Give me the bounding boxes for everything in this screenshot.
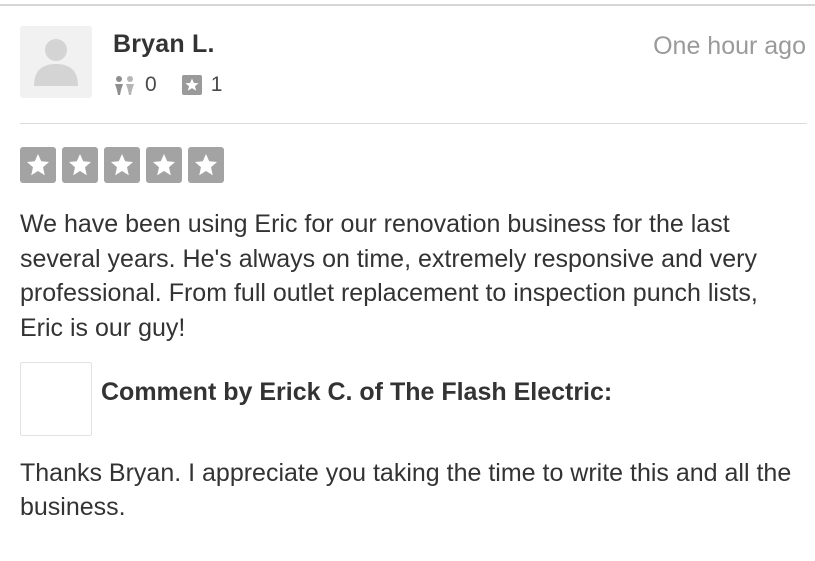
user-silhouette-icon (20, 26, 92, 98)
comment-text: Thanks Bryan. I appreciate you taking th… (20, 459, 792, 521)
reviews-count: 1 (210, 73, 223, 96)
rating-star (104, 147, 140, 183)
star-icon (27, 154, 49, 176)
reviewer-stats: 0 1 (113, 72, 222, 98)
star-icon (69, 154, 91, 176)
header-divider (20, 123, 807, 124)
review-timestamp: One hour ago (653, 32, 806, 60)
user-avatar[interactable] (20, 26, 92, 98)
friends-icon (115, 76, 134, 95)
rating-star (188, 147, 224, 183)
star-icon (111, 154, 133, 176)
business-avatar[interactable] (20, 362, 92, 436)
top-divider (0, 4, 815, 6)
comment-header: Comment by Erick C. of The Flash Electri… (101, 378, 613, 406)
reviews-stat: 1 (181, 73, 223, 97)
star-icon (153, 154, 175, 176)
rating-star (20, 147, 56, 183)
rating-star (62, 147, 98, 183)
reviewer-name[interactable]: Bryan L. (113, 30, 215, 59)
star-icon (195, 154, 217, 176)
friends-stat: 0 (113, 73, 157, 97)
rating-star (146, 147, 182, 183)
review-card: Bryan L. One hour ago 0 1 We have been u… (0, 0, 815, 561)
star-badge-icon (181, 75, 202, 95)
friends-count: 0 (145, 73, 157, 96)
review-text: We have been using Eric for our renovati… (20, 210, 758, 342)
star-rating (20, 147, 230, 183)
